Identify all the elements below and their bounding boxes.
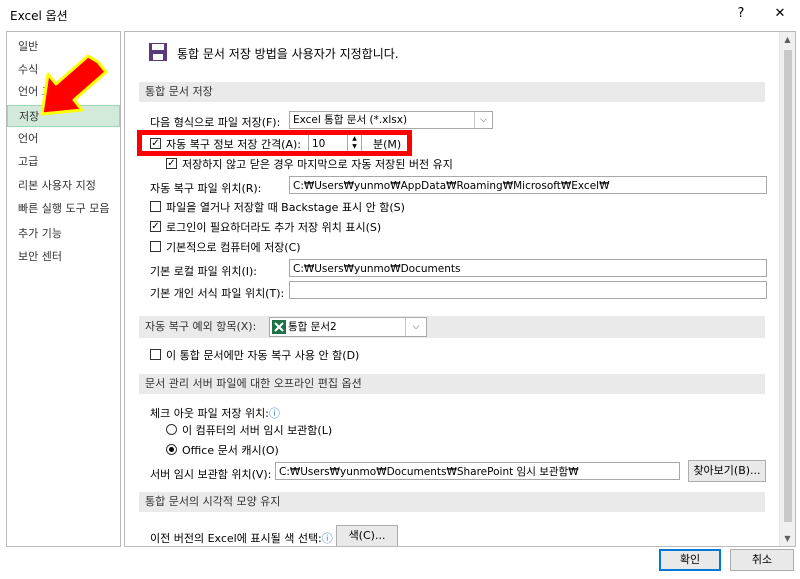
- save-floppy-icon: [149, 43, 167, 61]
- chevron-down-icon[interactable]: ⌵: [405, 318, 426, 336]
- keep-last-autosaved-label: 저장하지 않고 닫은 경우 마지막으로 자동 저장된 버전 유지: [182, 158, 453, 171]
- highlight-box: [137, 130, 412, 156]
- server-drafts-location-input[interactable]: C:₩Users₩yunmo₩Documents₩SharePoint 임시 보…: [275, 462, 680, 480]
- colors-button[interactable]: 색(C)...: [336, 525, 398, 546]
- backstage-label: 파일을 열거나 저장할 때 Backstage 표시 안 함(S): [166, 201, 405, 214]
- colors-label: 이전 버전의 Excel에 표시될 색 선택:ⓘ: [150, 532, 333, 545]
- save-format-label: 다음 형식으로 파일 저장(F):: [150, 116, 281, 129]
- sidebar-item-advanced[interactable]: 고급: [7, 151, 120, 173]
- scroll-up-icon[interactable]: ▲: [780, 32, 795, 47]
- default-local-location-label: 기본 로컬 파일 위치(I):: [150, 265, 257, 278]
- header-text: 통합 문서 저장 방법을 사용자가 지정합니다.: [177, 47, 399, 61]
- disable-autorecover-label: 이 통합 문서에만 자동 복구 사용 안 함(D): [166, 349, 360, 362]
- save-format-value: Excel 통합 문서 (*.xlsx): [293, 114, 408, 126]
- sidebar-item-quick-access-toolbar[interactable]: 빠른 실행 도구 모음: [7, 198, 120, 220]
- scrollbar-thumb[interactable]: [784, 50, 792, 522]
- excel-file-icon: [272, 320, 286, 334]
- office-cache-radio[interactable]: [166, 444, 177, 455]
- vertical-scrollbar[interactable]: ▲ ▼: [779, 32, 795, 546]
- sidebar-item-add-ins[interactable]: 추가 기능: [7, 223, 120, 245]
- default-template-location-input[interactable]: [289, 281, 767, 299]
- sidebar-item-trust-center[interactable]: 보안 센터: [7, 246, 120, 268]
- save-to-computer-checkbox[interactable]: [150, 241, 161, 252]
- section-offline-editing: 문서 관리 서버 파일에 대한 오프라인 편집 옵션: [139, 374, 765, 394]
- show-additional-places-checkbox[interactable]: ✓: [150, 221, 161, 232]
- window-title: Excel 옵션: [10, 9, 68, 23]
- autorecover-location-label: 자동 복구 파일 위치(R):: [150, 182, 262, 195]
- autorecover-workbook-dropdown[interactable]: 통합 문서2 ⌵: [269, 317, 427, 337]
- save-to-computer-label: 기본적으로 컴퓨터에 저장(C): [166, 241, 301, 254]
- sidebar-item-language[interactable]: 언어: [7, 128, 120, 150]
- ok-button[interactable]: 확인: [659, 549, 721, 571]
- content-panel: 통합 문서 저장 방법을 사용자가 지정합니다. 통합 문서 저장 다음 형식으…: [124, 31, 796, 547]
- server-drafts-radio[interactable]: [166, 424, 177, 435]
- annotation-arrow-icon: [40, 54, 108, 116]
- section-save-workbooks: 통합 문서 저장: [139, 82, 765, 102]
- show-additional-places-label: 로그인이 필요하더라도 추가 저장 위치 표시(S): [166, 221, 382, 234]
- checkout-location-label: 체크 아웃 파일 저장 위치:ⓘ: [150, 407, 280, 420]
- autorecover-workbook-value: 통합 문서2: [288, 321, 337, 333]
- keep-last-autosaved-checkbox[interactable]: ✓: [166, 158, 177, 169]
- disable-autorecover-checkbox[interactable]: [150, 349, 161, 360]
- office-cache-label: Office 문서 캐시(O): [182, 444, 279, 457]
- browse-button[interactable]: 찾아보기(B)...: [688, 460, 766, 482]
- autorecover-location-input[interactable]: C:₩Users₩yunmo₩AppData₩Roaming₩Microsoft…: [289, 176, 767, 194]
- chevron-down-icon[interactable]: ⌵: [474, 112, 492, 128]
- help-button[interactable]: ?: [729, 4, 753, 24]
- title-bar: Excel 옵션 ? ✕: [0, 0, 800, 28]
- section-visual-appearance: 통합 문서의 시각적 모양 유지: [139, 492, 765, 512]
- default-local-location-input[interactable]: C:₩Users₩yunmo₩Documents: [289, 259, 767, 277]
- section-autorecover-exceptions: 자동 복구 예외 항목(X):: [139, 316, 765, 338]
- backstage-checkbox[interactable]: [150, 201, 161, 212]
- save-format-dropdown[interactable]: Excel 통합 문서 (*.xlsx) ⌵: [289, 111, 493, 129]
- close-button[interactable]: ✕: [768, 4, 792, 24]
- server-drafts-location-label: 서버 임시 보관함 위치(V):: [150, 468, 272, 481]
- scroll-down-icon[interactable]: ▼: [780, 531, 795, 546]
- default-template-location-label: 기본 개인 서식 파일 위치(T):: [150, 287, 285, 300]
- info-icon: ⓘ: [268, 407, 280, 420]
- sidebar-item-customize-ribbon[interactable]: 리본 사용자 지정: [7, 175, 120, 197]
- info-icon: ⓘ: [321, 532, 333, 545]
- server-drafts-label: 이 컴퓨터의 서버 임시 보관함(L): [182, 424, 333, 437]
- cancel-button[interactable]: 취소: [730, 549, 794, 571]
